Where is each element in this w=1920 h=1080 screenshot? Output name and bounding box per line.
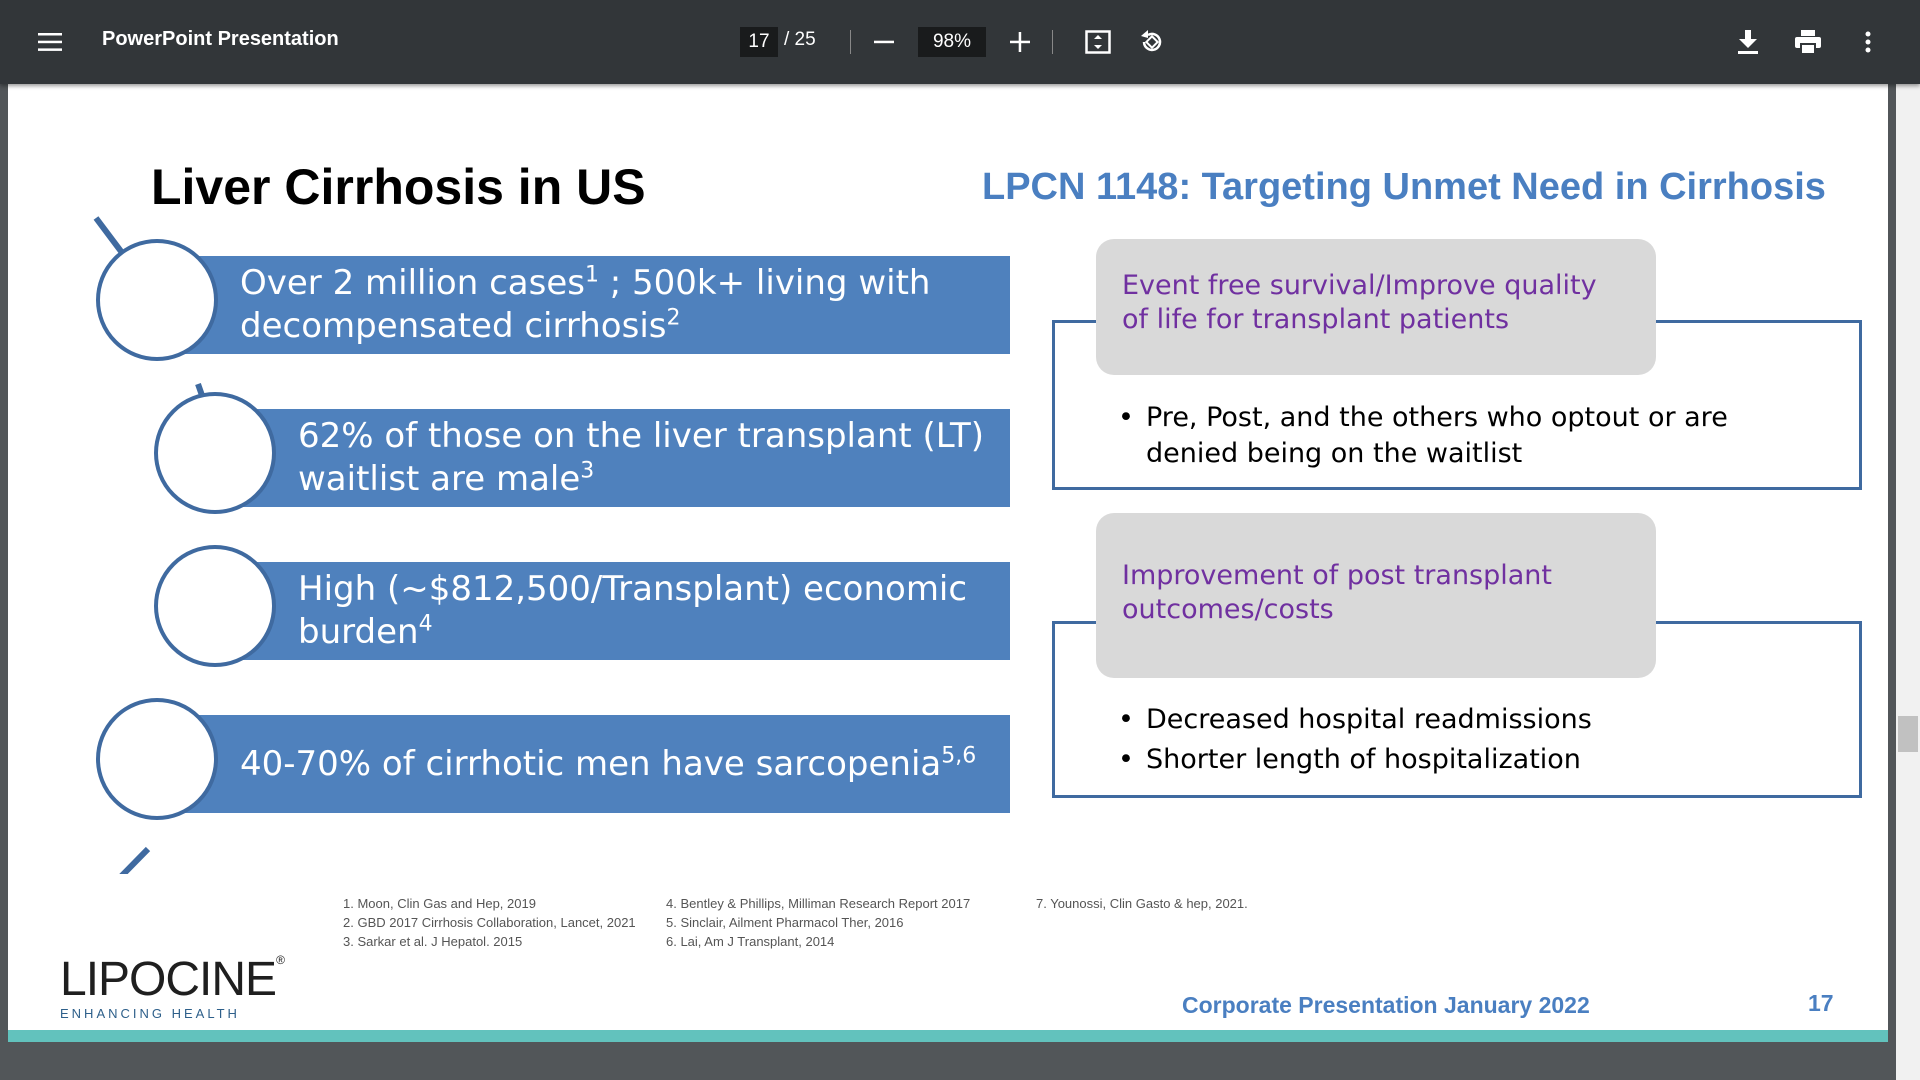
bullet-item: Shorter length of hospitalization [1118, 740, 1828, 780]
benefit-heading-1: Event free survival/Improve quality of l… [1096, 239, 1656, 375]
fact-text-1: Over 2 million cases1 ; 500k+ living wit… [240, 262, 931, 346]
references-col-3: 7. Younossi, Clin Gasto & hep, 2021. [1036, 894, 1248, 913]
slide-page-number: 17 [1808, 990, 1834, 1016]
reference-item: 3. Sarkar et al. J Hepatol. 2015 [343, 934, 523, 949]
fact-bar-2: 62% of those on the liver transplant (LT… [218, 409, 1010, 507]
menu-button[interactable] [30, 22, 70, 62]
print-button[interactable] [1788, 22, 1828, 62]
pdf-toolbar: PowerPoint Presentation 17 / 25 98% [0, 0, 1920, 84]
timeline-circle-1 [96, 239, 218, 361]
logo-tagline: ENHANCING HEALTH [60, 1006, 240, 1021]
page-total: / 25 [784, 29, 816, 50]
logo-registered-mark: ® [276, 953, 285, 967]
fact-text-3: High (~$812,500/Transplant) economic bur… [298, 569, 968, 652]
document-title: PowerPoint Presentation [102, 28, 339, 50]
fact-text-4: 40-70% of cirrhotic men have sarcopenia5… [240, 743, 977, 784]
reference-item: 1. Moon, Clin Gas and Hep, 2019 [343, 896, 536, 911]
download-button[interactable] [1728, 22, 1768, 62]
reference-item: 5. Sinclair, Ailment Pharmacol Ther, 201… [666, 915, 904, 930]
zoom-input[interactable]: 98% [918, 27, 986, 57]
reference-item: 7. Younossi, Clin Gasto & hep, 2021. [1036, 896, 1248, 911]
fact-bar-4: 40-70% of cirrhotic men have sarcopenia5… [158, 715, 1010, 813]
benefit-bullets-2: Decreased hospital readmissions Shorter … [1118, 700, 1828, 780]
menu-icon [38, 33, 62, 51]
references-col-2: 4. Bentley & Phillips, Milliman Research… [666, 894, 970, 951]
scrollbar-thumb[interactable] [1898, 716, 1918, 752]
print-icon [1795, 30, 1821, 54]
benefit-heading-2: Improvement of post transplant outcomes/… [1096, 513, 1656, 678]
page-number-input[interactable]: 17 [740, 27, 778, 57]
fit-page-button[interactable] [1078, 22, 1118, 62]
rotate-icon [1141, 30, 1162, 52]
bullet-item: Decreased hospital readmissions [1118, 700, 1828, 740]
toolbar-divider [1052, 30, 1053, 54]
more-options-icon [1865, 31, 1871, 53]
zoom-in-button[interactable] [1000, 22, 1040, 62]
reference-item: 4. Bentley & Phillips, Milliman Research… [666, 896, 971, 911]
bullet-item: Pre, Post, and the others who optout or … [1118, 400, 1828, 472]
timeline-circle-4 [96, 698, 218, 820]
vertical-scrollbar[interactable] [1896, 84, 1920, 1080]
download-icon [1738, 30, 1758, 54]
logo-text: LIPOCINE [60, 953, 277, 1006]
fact-bar-1: Over 2 million cases1 ; 500k+ living wit… [158, 256, 1010, 354]
footer-text: Corporate Presentation January 2022 [1182, 992, 1590, 1018]
references-col-1: 1. Moon, Clin Gas and Hep, 2019 2. GBD 2… [343, 894, 636, 951]
fact-text-2: 62% of those on the liver transplant (LT… [298, 416, 985, 499]
reference-item: 2. GBD 2017 Cirrhosis Collaboration, Lan… [343, 915, 636, 930]
zoom-in-icon [1010, 32, 1030, 52]
toolbar-divider [850, 30, 851, 54]
timeline-circle-2 [154, 392, 276, 514]
slide-title-right: LPCN 1148: Targeting Unmet Need in Cirrh… [982, 166, 1826, 208]
timeline-circle-3 [154, 545, 276, 667]
slide-page: Liver Cirrhosis in US LPCN 1148: Targeti… [8, 84, 1888, 1042]
fit-page-icon [1085, 30, 1111, 54]
benefit-bullets-1: Pre, Post, and the others who optout or … [1118, 400, 1828, 472]
rotate-button[interactable] [1132, 22, 1172, 62]
zoom-out-button[interactable] [864, 22, 904, 62]
footer-accent-bar [8, 1030, 1888, 1042]
more-options-button[interactable] [1848, 22, 1888, 62]
fact-bar-3: High (~$812,500/Transplant) economic bur… [218, 562, 1010, 660]
reference-item: 6. Lai, Am J Transplant, 2014 [666, 934, 835, 949]
company-logo: LIPOCINE ® ENHANCING HEALTH [60, 953, 285, 1021]
zoom-out-icon [874, 40, 894, 44]
